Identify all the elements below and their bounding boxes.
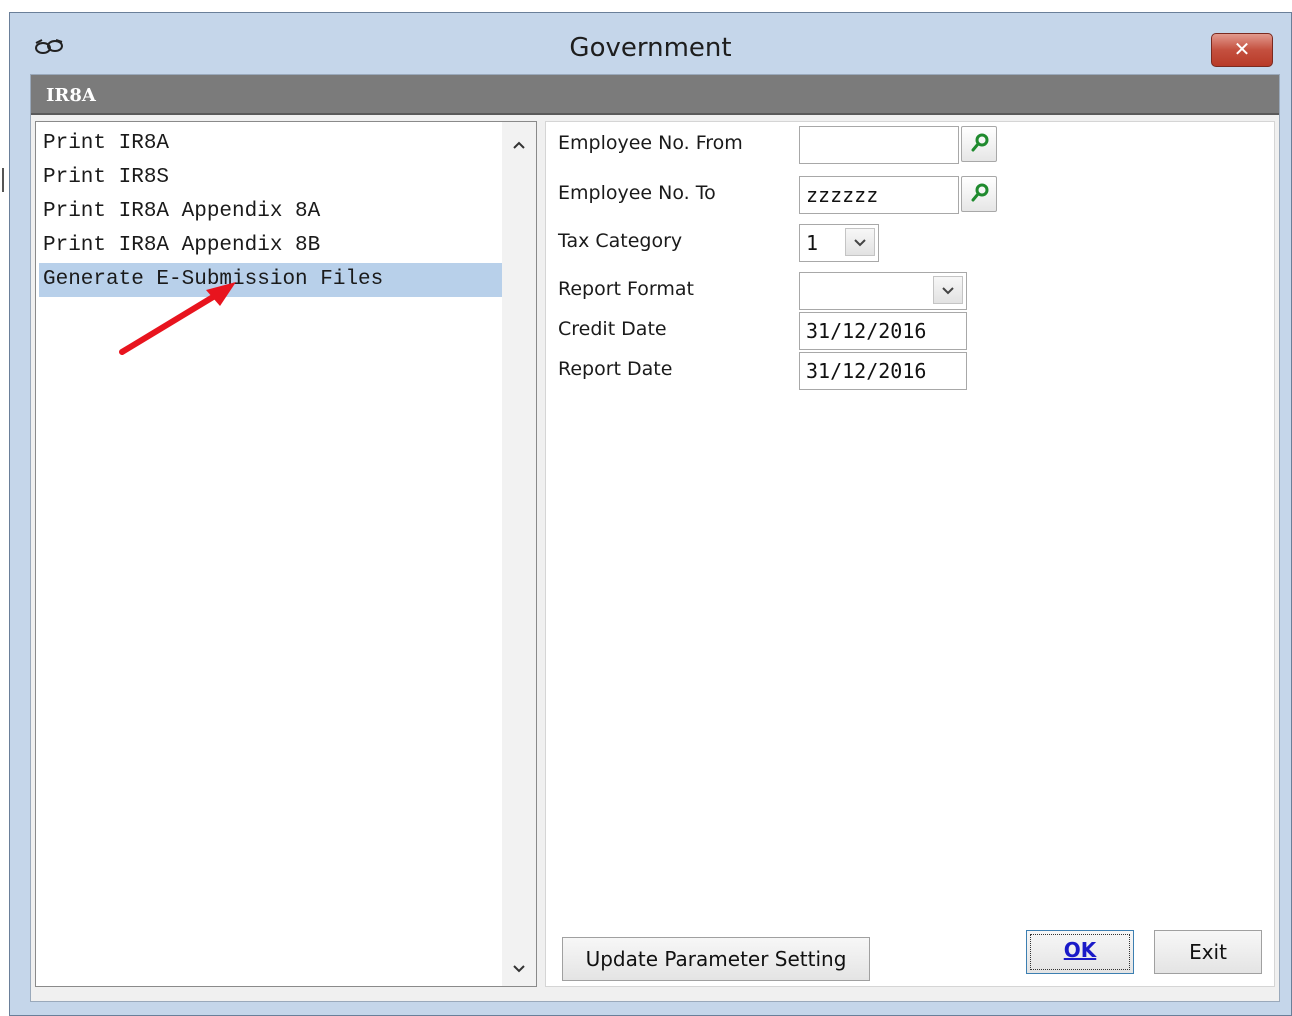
menu-item-print-ir8a[interactable]: Print IR8A bbox=[39, 127, 505, 161]
title-bar[interactable]: Government ✕ bbox=[10, 13, 1291, 75]
employee-from-lookup-button[interactable] bbox=[961, 126, 997, 162]
chevron-down-icon[interactable] bbox=[933, 276, 963, 304]
parameter-form: Employee No. From Employee No. To zzzzzz… bbox=[545, 121, 1275, 987]
report-date-label: Report Date bbox=[558, 358, 673, 380]
section-header: IR8A bbox=[31, 75, 1279, 115]
ok-button[interactable]: OK bbox=[1026, 930, 1134, 974]
employee-to-input[interactable]: zzzzzz bbox=[799, 176, 959, 214]
section-title: IR8A bbox=[46, 85, 96, 106]
update-parameter-button[interactable]: Update Parameter Setting bbox=[562, 937, 870, 981]
menu-scrollbar[interactable] bbox=[502, 122, 536, 986]
scroll-up-icon[interactable] bbox=[502, 127, 536, 161]
chevron-down-icon[interactable] bbox=[845, 228, 875, 256]
exit-button[interactable]: Exit bbox=[1154, 930, 1262, 974]
magnifier-icon bbox=[971, 183, 989, 202]
employee-from-input[interactable] bbox=[799, 126, 959, 164]
tax-category-value: 1 bbox=[806, 231, 819, 255]
employee-to-label: Employee No. To bbox=[558, 182, 716, 204]
tax-category-label: Tax Category bbox=[558, 230, 683, 252]
ok-button-label: OK bbox=[1030, 934, 1130, 970]
window-title: Government bbox=[569, 33, 732, 63]
employee-from-label: Employee No. From bbox=[558, 132, 743, 154]
menu-item-generate-e-submission[interactable]: Generate E-Submission Files bbox=[39, 263, 505, 297]
report-date-input[interactable]: 31/12/2016 bbox=[799, 352, 967, 390]
client-area: IR8A Print IR8A Print IR8S Print IR8A Ap… bbox=[30, 74, 1280, 1002]
tax-category-select[interactable]: 1 bbox=[799, 224, 879, 262]
report-format-select[interactable] bbox=[799, 272, 967, 310]
credit-date-label: Credit Date bbox=[558, 318, 667, 340]
government-dialog: Government ✕ IR8A Print IR8A Print IR8S … bbox=[9, 12, 1292, 1016]
report-format-label: Report Format bbox=[558, 278, 694, 300]
menu-item-print-ir8s[interactable]: Print IR8S bbox=[39, 161, 505, 195]
magnifier-icon bbox=[971, 133, 989, 152]
menu-item-print-appendix-8a[interactable]: Print IR8A Appendix 8A bbox=[39, 195, 505, 229]
background-window-edge bbox=[0, 0, 9, 1016]
scroll-down-icon[interactable] bbox=[502, 951, 536, 985]
employee-to-lookup-button[interactable] bbox=[961, 176, 997, 212]
credit-date-input[interactable]: 31/12/2016 bbox=[799, 312, 967, 350]
report-menu-list[interactable]: Print IR8A Print IR8S Print IR8A Appendi… bbox=[35, 121, 537, 987]
close-button[interactable]: ✕ bbox=[1211, 33, 1273, 67]
menu-item-print-appendix-8b[interactable]: Print IR8A Appendix 8B bbox=[39, 229, 505, 263]
